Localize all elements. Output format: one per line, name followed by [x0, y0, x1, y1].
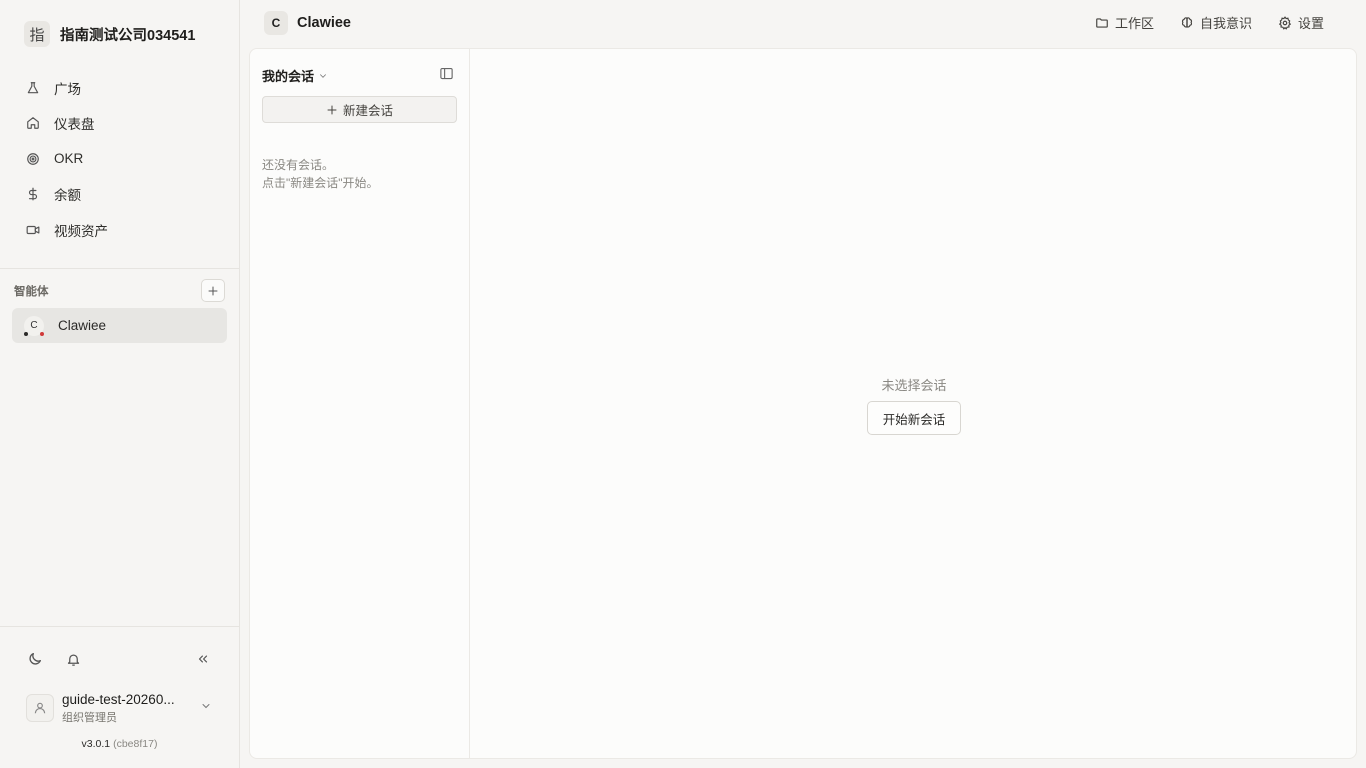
app-version: v3.0.1 (cbe8f17) [0, 738, 239, 750]
brain-icon [1180, 16, 1194, 30]
sidebar-item-dashboard[interactable]: 仪表盘 [12, 106, 227, 142]
self-awareness-label: 自我意识 [1199, 16, 1252, 31]
org-switcher[interactable]: 指 指南测试公司034541 [24, 20, 195, 48]
agent-avatar-initial: C [30, 320, 38, 331]
sidebar-divider [0, 268, 239, 269]
agent-name: Clawiee [58, 318, 107, 333]
user-role: 组织管理员 [62, 711, 117, 724]
sidebar-item-label: 广场 [54, 81, 81, 97]
conversation-filter-dropdown[interactable]: 我的会话 [262, 66, 328, 85]
sidebar-toggle-icon[interactable] [439, 66, 454, 81]
agents-section-label: 智能体 [14, 286, 49, 298]
status-dot [40, 331, 44, 336]
version-hash: (cbe8f17) [113, 738, 158, 750]
flask-icon [26, 81, 40, 95]
self-awareness-button[interactable]: 自我意识 [1180, 13, 1252, 32]
version-number: v3.0.1 [81, 738, 111, 750]
video-icon [26, 223, 40, 237]
sidebar: 指 指南测试公司034541 广场 仪表盘 OKR 余额 视频资产 智能体 C … [0, 0, 240, 768]
collapse-sidebar-icon[interactable] [194, 650, 212, 668]
sidebar-item-okr[interactable]: OKR [12, 141, 227, 177]
chat-panel: 我的会话 新建会话 还没有会话。 点击"新建会话"开始。 未选择会话 开始新会话 [249, 48, 1357, 759]
sidebar-footer-divider [0, 626, 239, 627]
home-icon [26, 116, 40, 130]
chevron-down-icon [318, 71, 328, 81]
target-icon [26, 152, 40, 166]
plus-icon [327, 105, 337, 114]
agent-item-clawiee[interactable]: C Clawiee [12, 308, 227, 343]
conversation-list-title: 我的会话 [262, 69, 315, 84]
conversation-list: 我的会话 新建会话 还没有会话。 点击"新建会话"开始。 [250, 49, 470, 758]
user-icon [26, 694, 54, 722]
sidebar-nav: 广场 仪表盘 OKR 余额 视频资产 [12, 70, 227, 248]
empty-note-line: 还没有会话。 [262, 158, 335, 172]
new-conversation-button[interactable]: 新建会话 [262, 96, 457, 123]
header-actions: 工作区 自我意识 设置 [1095, 13, 1324, 32]
conversation-content: 未选择会话 开始新会话 [470, 49, 1356, 758]
empty-conversations-note: 还没有会话。 点击"新建会话"开始。 [262, 156, 379, 192]
sidebar-item-label: 仪表盘 [54, 117, 95, 133]
folder-icon [1095, 16, 1109, 30]
agent-title: Clawiee [297, 15, 351, 31]
status-dot [24, 331, 28, 336]
org-name: 指南测试公司034541 [60, 27, 196, 44]
chevron-down-icon [200, 700, 212, 712]
workspace-button[interactable]: 工作区 [1095, 13, 1154, 32]
agent-avatar: C [24, 315, 44, 336]
moon-icon[interactable] [26, 650, 44, 668]
sidebar-item-video-assets[interactable]: 视频资产 [12, 212, 227, 248]
no-conversation-selected-text: 未选择会话 [881, 378, 947, 393]
gear-icon [1278, 15, 1292, 30]
sidebar-item-plaza[interactable]: 广场 [12, 70, 227, 106]
user-info: guide-test-20260... 组织管理员 [62, 692, 192, 725]
new-conversation-label: 新建会话 [342, 104, 393, 118]
plus-icon [208, 286, 218, 295]
sidebar-footer-actions [26, 650, 82, 668]
add-agent-button[interactable] [201, 279, 225, 302]
settings-label: 设置 [1297, 16, 1324, 31]
sidebar-item-label: 余额 [54, 188, 81, 204]
start-new-conversation-button[interactable]: 开始新会话 [867, 401, 961, 435]
bell-icon[interactable] [64, 650, 82, 668]
user-menu[interactable]: guide-test-20260... 组织管理员 [26, 690, 216, 726]
sidebar-item-label: 视频资产 [54, 223, 108, 239]
agent-avatar: C [264, 11, 288, 35]
user-name: guide-test-20260... [62, 691, 175, 707]
sidebar-item-balance[interactable]: 余额 [12, 177, 227, 213]
current-agent: C Clawiee [264, 11, 351, 35]
empty-note-line: 点击"新建会话"开始。 [262, 176, 379, 190]
org-avatar: 指 [24, 21, 50, 47]
workspace-label: 工作区 [1114, 16, 1154, 31]
top-header: C Clawiee 工作区 自我意识 设置 [240, 0, 1366, 46]
settings-button[interactable]: 设置 [1278, 13, 1324, 32]
dollar-icon [26, 187, 40, 201]
sidebar-item-label: OKR [54, 151, 84, 167]
